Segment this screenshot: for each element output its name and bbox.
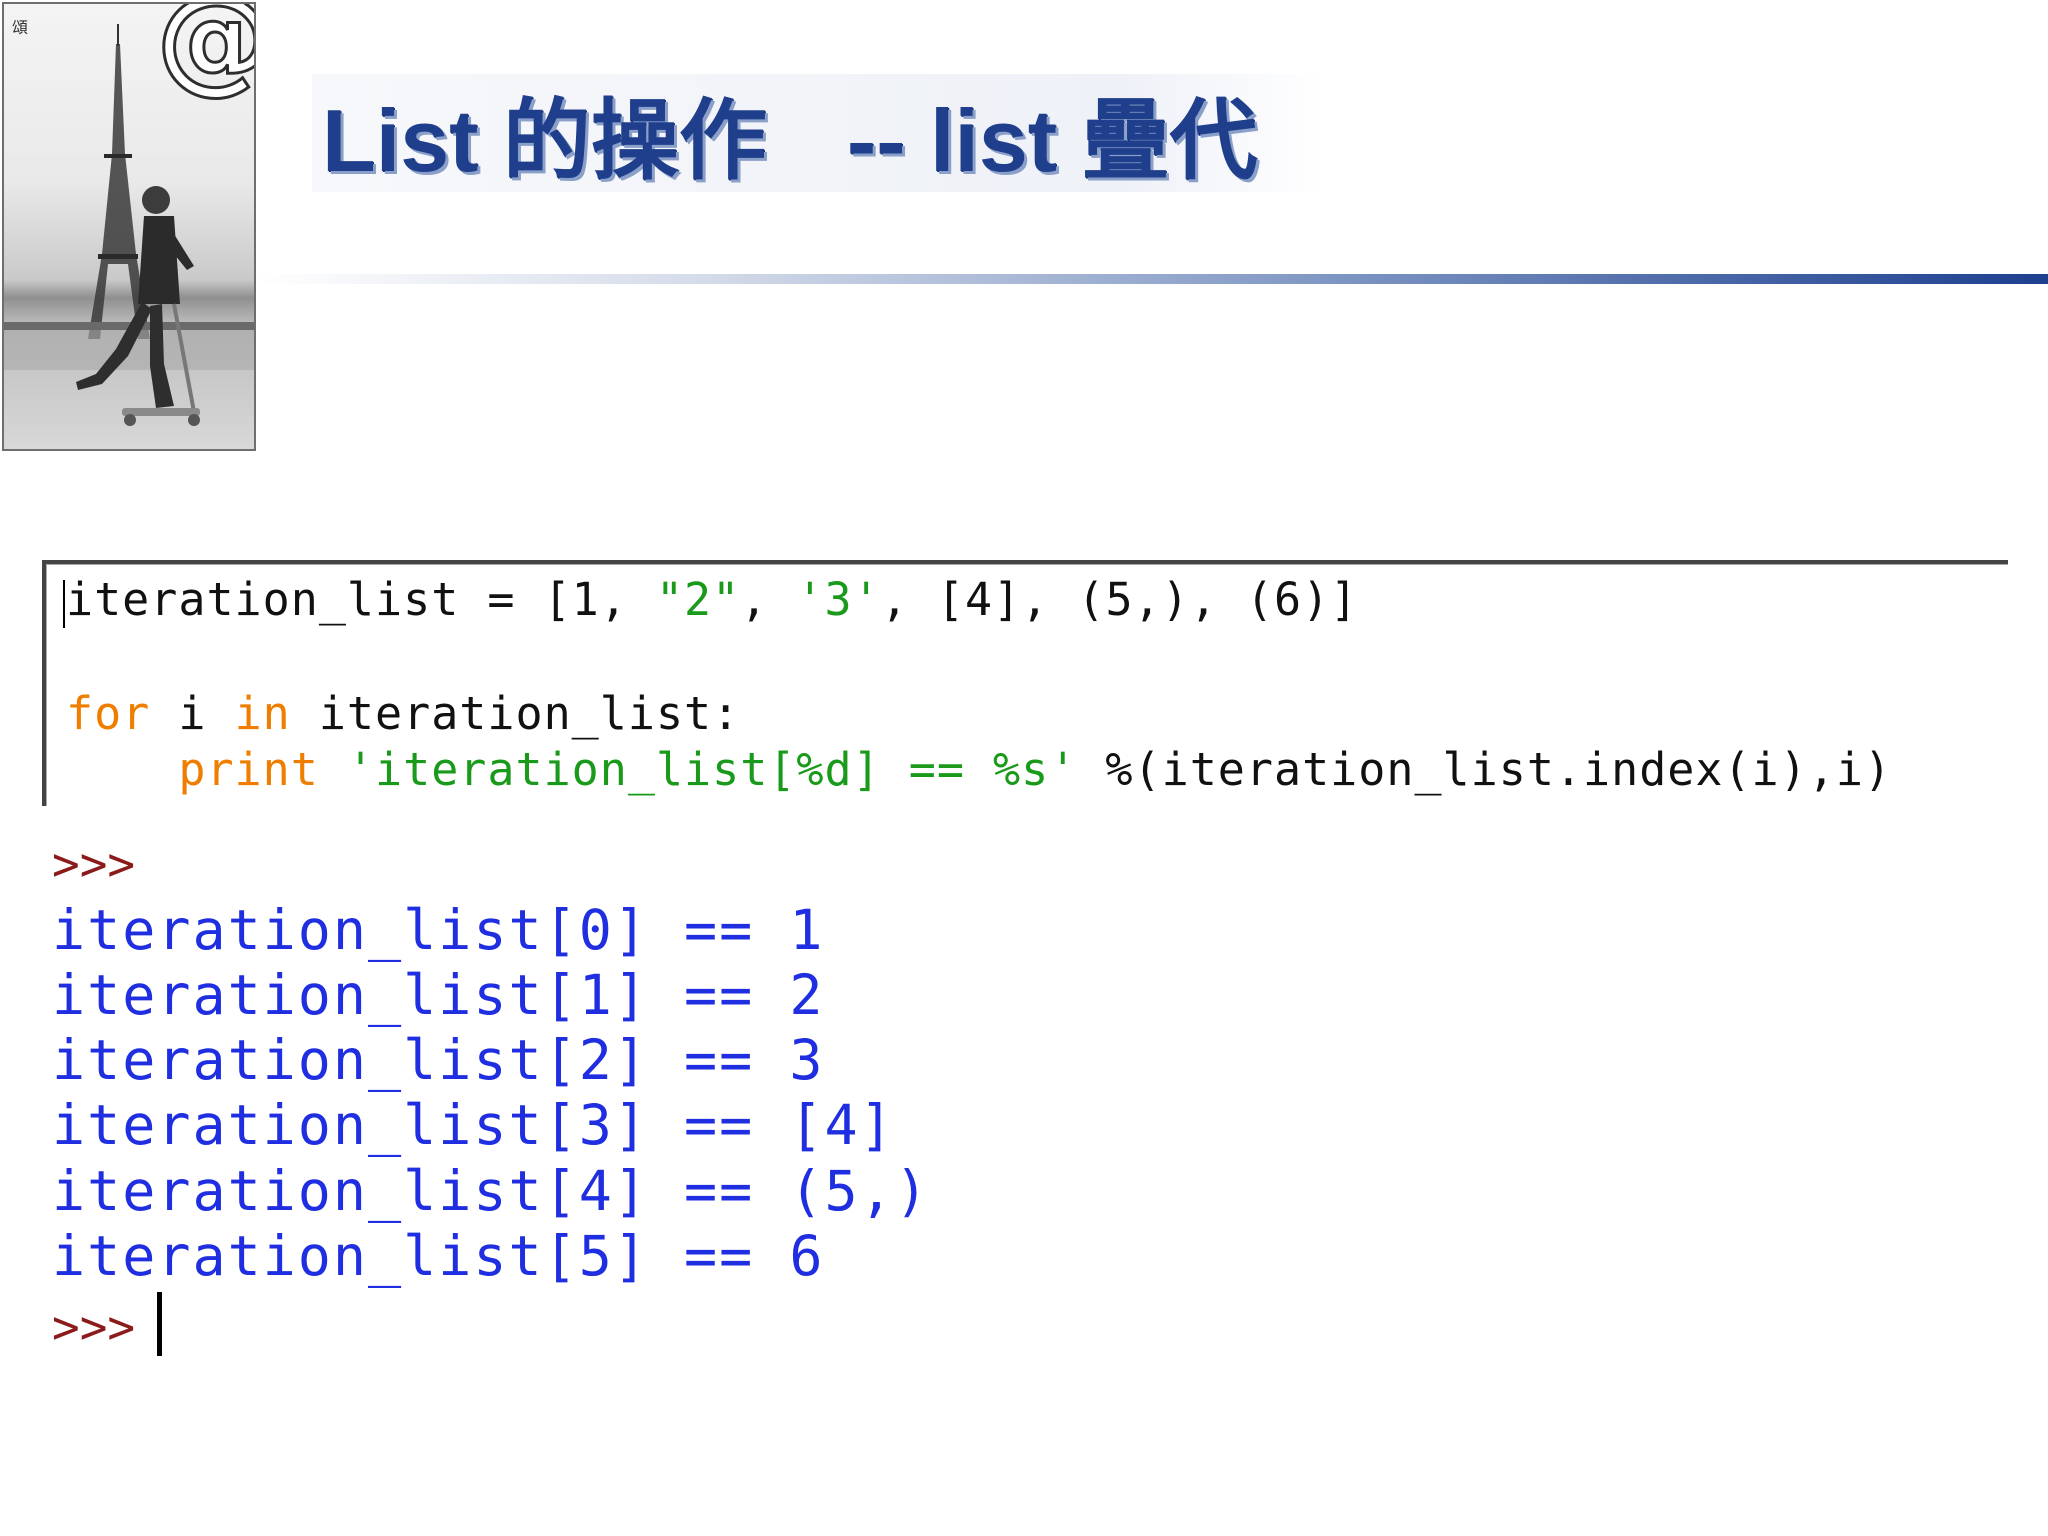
shell-output-line: iteration_list[2] == 3 xyxy=(52,1028,825,1092)
title-divider xyxy=(256,274,2048,284)
code-line-3: for i in iteration_list: xyxy=(66,686,740,742)
code-text: , xyxy=(740,573,797,626)
shell-output-line: iteration_list[4] == (5,) xyxy=(52,1159,930,1223)
code-keyword: print xyxy=(178,743,319,796)
shell-output-line: iteration_list[5] == 6 xyxy=(52,1224,825,1288)
editor-caret xyxy=(63,580,65,628)
corner-mark: 頌 xyxy=(12,18,29,37)
code-editor[interactable]: iteration_list = [1, "2", '3', [4], (5,)… xyxy=(42,560,2008,806)
eiffel-scooter-photo: 頌 @ xyxy=(2,2,256,451)
code-keyword: for xyxy=(66,687,151,740)
shell-prompt: >>> xyxy=(52,1300,136,1354)
code-text: , [4], (5,), (6)] xyxy=(880,573,1359,626)
shell-output-line: iteration_list[1] == 2 xyxy=(52,963,825,1027)
shell-output-line: iteration_list[0] == 1 xyxy=(52,898,825,962)
shell-cursor xyxy=(157,1292,163,1356)
code-text: iteration_list = [1, xyxy=(66,573,656,626)
code-string: 'iteration_list[%d] == %s' xyxy=(346,743,1078,796)
title-right: -- list 疊代 xyxy=(846,90,1258,190)
slide-title: List 的操作 -- list 疊代 xyxy=(322,78,1258,190)
code-line-1: iteration_list = [1, "2", '3', [4], (5,)… xyxy=(66,572,1358,628)
title-left: List 的操作 xyxy=(322,90,767,190)
code-text: %(iteration_list.index(i),i) xyxy=(1077,743,1893,796)
at-logo: @ xyxy=(155,4,255,98)
shell-input-line[interactable]: >>> xyxy=(52,1292,163,1356)
code-keyword: in xyxy=(234,687,291,740)
code-string: "2" xyxy=(655,573,741,626)
shell-prompt: >>> xyxy=(52,837,136,891)
code-string: '3' xyxy=(796,573,881,626)
code-line-4: print 'iteration_list[%d] == %s' %(itera… xyxy=(66,742,1892,798)
code-text: i xyxy=(150,687,235,740)
code-text: iteration_list: xyxy=(290,687,741,740)
shell-output-line: iteration_list[3] == [4] xyxy=(52,1093,895,1157)
